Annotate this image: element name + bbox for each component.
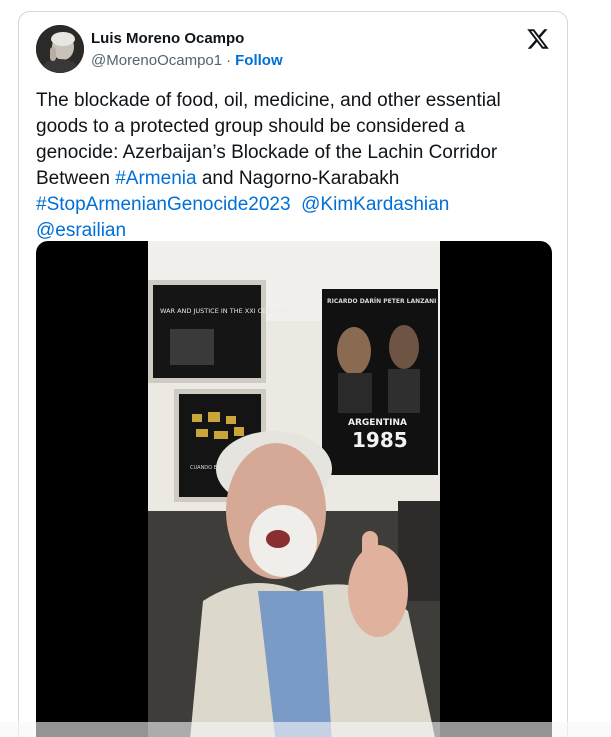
hashtag-stop-armenian-genocide[interactable]: #StopArmenianGenocide2023 <box>36 194 291 215</box>
frame1-title: WAR AND JUSTICE IN THE XXI CENTURY <box>160 307 288 315</box>
tweet-text-line-4: Between #Armenia and Nagorno-Karabakh <box>36 166 541 192</box>
tweet-text-line-5: #StopArmenianGenocide2023 @KimKardashian <box>36 192 541 218</box>
author-display-name[interactable]: Luis Moreno Ocampo <box>91 29 283 49</box>
poster-year: 1985 <box>352 428 408 452</box>
follow-button[interactable]: Follow <box>235 52 283 69</box>
poster-title: ARGENTINA <box>348 418 407 428</box>
author-avatar[interactable] <box>36 25 84 73</box>
tweet-text-line-3: genocide: Azerbaijan’s Blockade of the L… <box>36 142 498 163</box>
tweet-card[interactable]: Luis Moreno Ocampo @MorenoOcampo1 · Follow… <box>18 11 568 737</box>
author-handle[interactable]: @MorenoOcampo1 <box>91 52 222 69</box>
avatar-photo-icon <box>36 25 84 73</box>
mention-kimkardashian[interactable]: @KimKardashian <box>301 194 449 215</box>
tweet-text: The blockade of food, oil, medicine, and… <box>36 88 541 244</box>
tweet-text-line-2: goods to a protected group should be con… <box>36 116 465 137</box>
tweet-text-line-1: The blockade of food, oil, medicine, and… <box>36 90 501 111</box>
hashtag-armenia[interactable]: #Armenia <box>115 168 196 189</box>
separator-dot: · <box>226 52 232 69</box>
tweet-video[interactable]: WAR AND JUSTICE IN THE XXI CENTURY CUAND… <box>36 241 552 737</box>
x-logo-icon[interactable] <box>526 27 550 51</box>
line4-suffix: and Nagorno-Karabakh <box>196 168 400 189</box>
author-handle-row: @MorenoOcampo1 · Follow <box>91 51 283 71</box>
line4-prefix: Between <box>36 168 116 189</box>
author-info: Luis Moreno Ocampo @MorenoOcampo1 · Follow <box>91 29 283 71</box>
tweet-header: Luis Moreno Ocampo @MorenoOcampo1 · Follow <box>19 12 567 84</box>
bottom-fade <box>0 722 611 737</box>
poster-top-line: RICARDO DARÍN PETER LANZANI <box>327 297 436 305</box>
mention-esrailian[interactable]: @esrailian <box>36 220 126 241</box>
video-still-image: WAR AND JUSTICE IN THE XXI CENTURY CUAND… <box>148 241 440 737</box>
video-frame[interactable]: WAR AND JUSTICE IN THE XXI CENTURY CUAND… <box>148 241 440 737</box>
